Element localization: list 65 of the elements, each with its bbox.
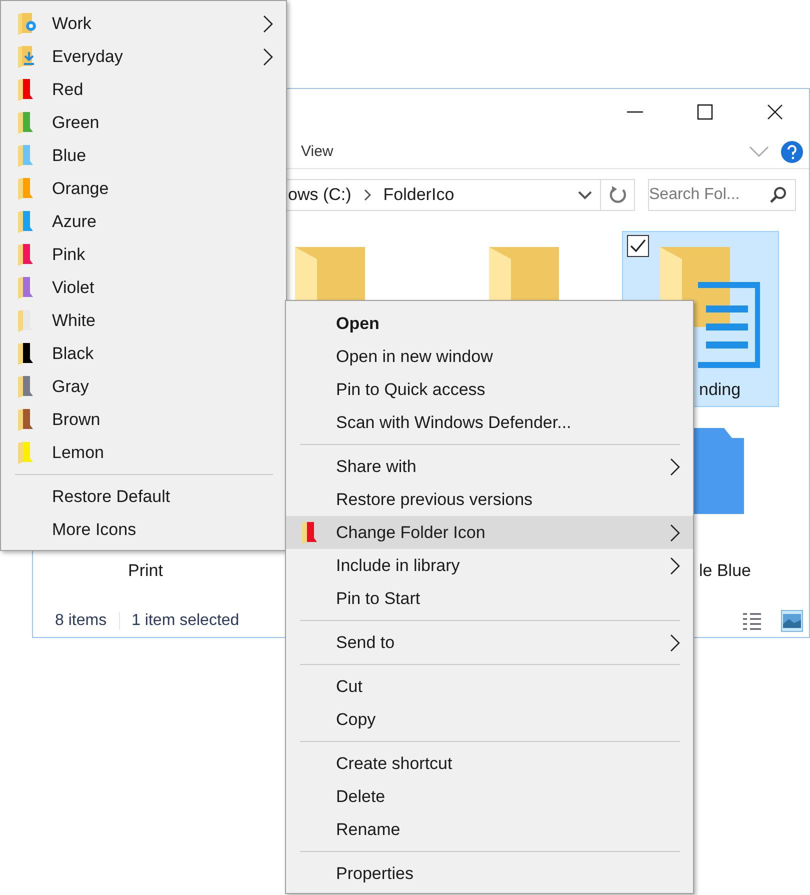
menu-item[interactable]: Black <box>1 337 286 370</box>
breadcrumb[interactable]: FolderIco <box>383 185 454 205</box>
chevron-right-icon <box>363 189 372 201</box>
menu-item[interactable]: White <box>1 304 286 337</box>
menu-item[interactable]: Gray <box>1 370 286 403</box>
menu-item[interactable]: Lemon <box>1 436 286 469</box>
colored-folder-icon <box>18 178 34 200</box>
menu-item[interactable]: Delete <box>286 780 693 813</box>
menu-item[interactable]: Pin to Start <box>286 582 693 615</box>
chevron-right-icon <box>669 522 681 542</box>
refresh-icon[interactable] <box>601 179 635 211</box>
colored-folder-icon <box>18 442 34 464</box>
menu-item[interactable]: Rename <box>286 813 693 846</box>
item-count: 8 items <box>55 612 107 630</box>
dropdown-icon[interactable] <box>578 190 592 200</box>
menu-item[interactable]: Include in library <box>286 549 693 582</box>
menu-item[interactable]: Properties <box>286 857 693 890</box>
file-name[interactable]: le Blue <box>699 561 751 581</box>
file-name[interactable]: nding <box>699 380 741 400</box>
menu-item[interactable]: Create shortcut <box>286 747 693 780</box>
menu-item[interactable]: Green <box>1 106 286 139</box>
colored-folder-icon <box>18 112 34 134</box>
close-icon[interactable] <box>765 102 785 122</box>
large-icons-button[interactable] <box>781 610 803 632</box>
menu-item[interactable]: More Icons <box>1 513 286 546</box>
file-name[interactable]: Print <box>128 561 163 581</box>
menu-item[interactable]: Share with <box>286 450 693 483</box>
chevron-right-icon <box>669 556 681 576</box>
colored-folder-icon <box>18 408 34 430</box>
menu-item[interactable]: Pink <box>1 238 286 271</box>
colored-folder-icon <box>18 210 34 232</box>
colored-folder-icon <box>18 342 34 364</box>
menu-item[interactable]: Change Folder Icon <box>286 516 693 549</box>
view-tab[interactable]: View <box>301 143 334 160</box>
menu-item[interactable]: Scan with Windows Defender... <box>286 406 693 439</box>
menu-item[interactable]: Restore previous versions <box>286 483 693 516</box>
help-icon[interactable] <box>781 140 803 162</box>
selection-count: 1 item selected <box>132 612 240 630</box>
search-icon[interactable] <box>769 186 787 204</box>
menu-item[interactable]: Red <box>1 73 286 106</box>
menu-item[interactable]: Send to <box>286 626 693 659</box>
chevron-right-icon <box>262 46 274 66</box>
menu-item[interactable]: Copy <box>286 703 693 736</box>
menu-item[interactable]: Work <box>1 7 286 40</box>
colored-folder-icon <box>18 244 34 266</box>
menu-item[interactable]: Everyday <box>1 40 286 73</box>
chevron-right-icon <box>669 456 681 476</box>
breadcrumb[interactable]: ows (C:) <box>288 185 352 205</box>
colored-folder-icon <box>18 78 34 100</box>
gear-folder-icon <box>18 12 38 34</box>
colored-folder-icon <box>18 276 34 298</box>
search-field[interactable]: Search Fol... <box>648 179 796 211</box>
menu-item[interactable]: Restore Default <box>1 480 286 513</box>
chevron-right-icon <box>669 632 681 652</box>
menu-item[interactable]: Cut <box>286 670 693 703</box>
menu-item[interactable]: Blue <box>1 139 286 172</box>
colored-folder-icon <box>18 144 34 166</box>
colored-folder-icon <box>18 376 34 398</box>
menu-item[interactable]: Violet <box>1 271 286 304</box>
maximize-icon[interactable] <box>695 102 715 122</box>
checkbox[interactable] <box>627 235 649 257</box>
chevron-right-icon <box>262 14 274 34</box>
menu-item[interactable]: Brown <box>1 403 286 436</box>
colored-folder-icon <box>18 310 34 332</box>
folder-icon <box>302 522 318 544</box>
